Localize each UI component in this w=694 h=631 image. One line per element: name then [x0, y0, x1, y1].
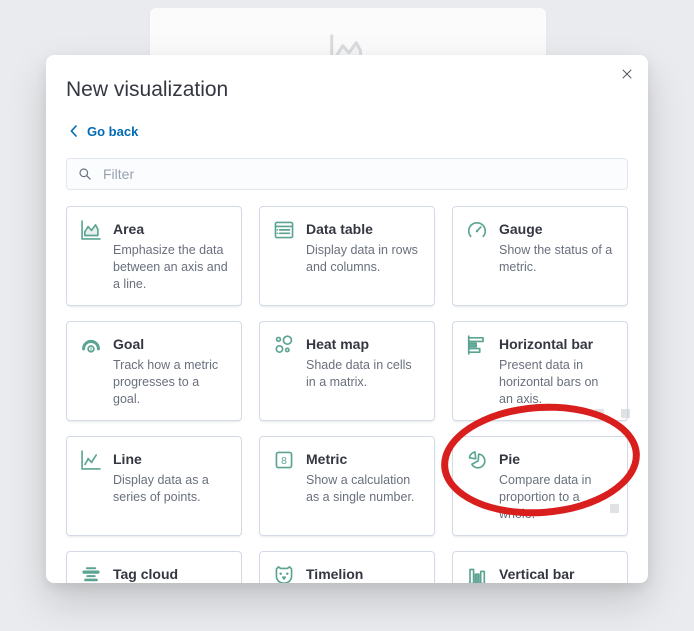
viz-card-description: Display data as a series of points. [113, 473, 209, 504]
tag-cloud-icon [80, 564, 102, 583]
viz-card-title: Heat map [306, 336, 370, 352]
viz-card-timelion[interactable]: Timelion Show time series data on a grap… [259, 551, 435, 583]
viz-card-line[interactable]: Line Display data as a series of points. [66, 436, 242, 536]
viz-card-title: Gauge [499, 221, 543, 237]
viz-card-description: Compare data in proportion to a whole. [499, 473, 592, 521]
viz-card-description: Display data in rows and columns. [306, 243, 418, 274]
vertical-bar-icon [466, 564, 488, 583]
go-back-link[interactable]: Go back [66, 123, 138, 139]
filter-input[interactable] [101, 165, 617, 183]
svg-text:8: 8 [281, 456, 287, 467]
viz-card-pie[interactable]: Pie Compare data in proportion to a whol… [452, 436, 628, 536]
search-icon [77, 166, 93, 182]
chevron-left-icon [66, 123, 82, 139]
viz-card-description: Track how a metric progresses to a goal. [113, 358, 219, 406]
viz-card-title: Vertical bar [499, 566, 575, 582]
metric-icon: 8 [273, 449, 295, 471]
viz-card-title: Metric [306, 451, 348, 467]
viz-card-title: Tag cloud [113, 566, 179, 582]
heat-map-icon [273, 334, 295, 356]
pie-chart-icon [466, 449, 488, 471]
svg-text:8: 8 [90, 347, 93, 353]
viz-card-vertical-bar[interactable]: Vertical bar Present data in vertical ba… [452, 551, 628, 583]
viz-card-description: Show a calculation as a single number. [306, 473, 415, 504]
viz-card-title: Line [113, 451, 142, 467]
viz-card-area[interactable]: Area Emphasize the data between an axis … [66, 206, 242, 306]
viz-card-description: Show the status of a metric. [499, 243, 613, 274]
viz-card-goal[interactable]: 8 Goal Track how a metric progresses to … [66, 321, 242, 421]
data-table-icon [273, 219, 295, 241]
viz-card-description: Emphasize the data between an axis and a… [113, 243, 228, 291]
filter-search-box [66, 158, 628, 190]
viz-card-heat-map[interactable]: Heat map Shade data in cells in a matrix… [259, 321, 435, 421]
goal-icon: 8 [80, 334, 102, 356]
page-title: New visualization [66, 78, 229, 101]
timelion-icon [273, 564, 295, 583]
gauge-icon [466, 219, 488, 241]
viz-card-title: Horizontal bar [499, 336, 594, 352]
viz-card-title: Pie [499, 451, 521, 467]
viz-card-horizontal-bar[interactable]: Horizontal bar Present data in horizonta… [452, 321, 628, 421]
viz-card-title: Timelion [306, 566, 364, 582]
viz-card-metric[interactable]: 8 Metric Show a calculation as a single … [259, 436, 435, 536]
horizontal-bar-icon [466, 334, 488, 356]
viz-card-gauge[interactable]: Gauge Show the status of a metric. [452, 206, 628, 306]
line-chart-icon [80, 449, 102, 471]
viz-card-title: Goal [113, 336, 145, 352]
viz-card-description: Present data in horizontal bars on an ax… [499, 358, 599, 406]
area-chart-icon [80, 219, 102, 241]
viz-grid: Area Emphasize the data between an axis … [66, 206, 628, 583]
viz-card-data-table[interactable]: Data table Display data in rows and colu… [259, 206, 435, 306]
close-icon[interactable] [616, 63, 638, 85]
viz-card-tag-cloud[interactable]: Tag cloud Display word frequency with fo… [66, 551, 242, 583]
viz-card-title: Data table [306, 221, 373, 237]
new-visualization-modal: New visualization Go back Area Emphasize… [46, 55, 648, 583]
viz-card-title: Area [113, 221, 145, 237]
go-back-label: Go back [87, 123, 139, 139]
viz-card-description: Shade data in cells in a matrix. [306, 358, 412, 389]
